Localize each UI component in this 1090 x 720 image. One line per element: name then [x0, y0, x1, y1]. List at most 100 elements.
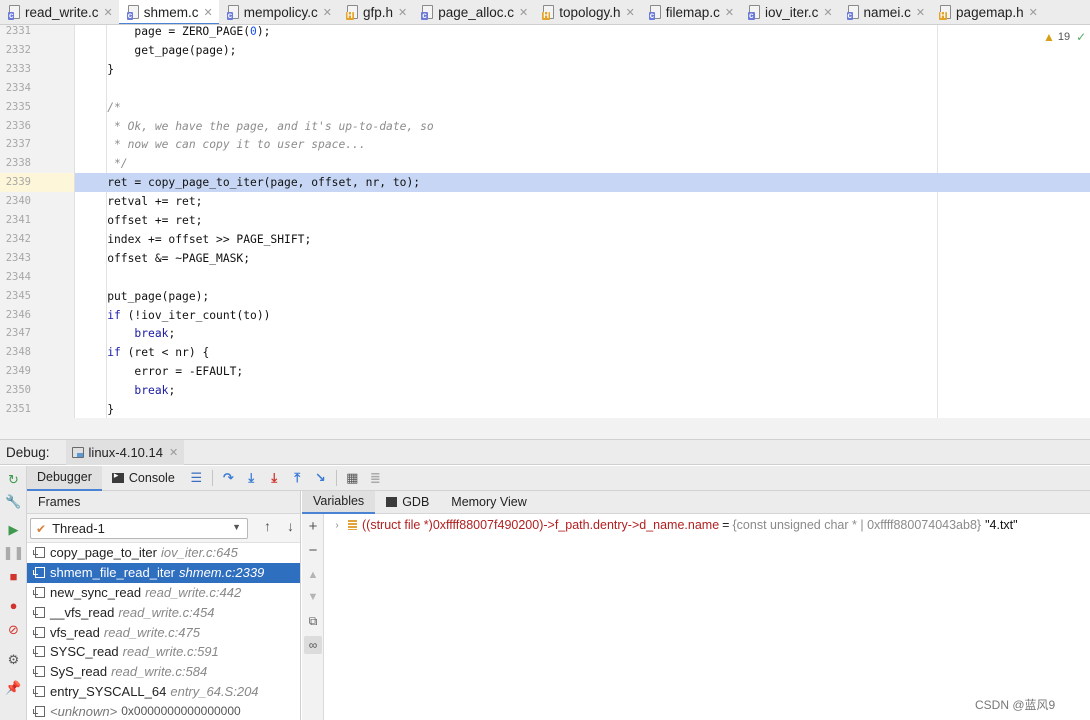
move-up-icon[interactable]: ▲ — [304, 566, 322, 584]
c-file-icon: c — [648, 5, 662, 20]
code-text: put_page(page); — [80, 287, 209, 306]
mute-breakpoints-icon[interactable]: ⊘ — [4, 620, 23, 639]
show-execution-point-icon[interactable]: ☰ — [185, 467, 208, 490]
frame-address: 0x0000000000000000 — [121, 704, 241, 719]
code-text: index += offset >> PAGE_SHIFT; — [80, 230, 311, 249]
code-token: page = ZERO_PAGE( — [80, 25, 251, 38]
stack-frame[interactable]: copy_page_to_iter iov_iter.c:645 — [27, 543, 300, 563]
code-text: } — [80, 400, 114, 418]
stack-frame[interactable]: SyS_read read_write.c:584 — [27, 662, 300, 682]
stack-frame[interactable]: entry_SYSCALL_64 entry_64.S:204 — [27, 682, 300, 702]
code-token: offset &= ~PAGE_MASK; — [80, 251, 251, 265]
tab-debugger[interactable]: Debugger — [27, 465, 102, 491]
inspection-widget[interactable]: ▲ 19 ✓ — [1043, 30, 1086, 44]
debug-config-tab[interactable]: linux-4.10.14 ✕ — [65, 439, 185, 465]
arrow-up-icon[interactable]: ↑ — [256, 518, 279, 534]
stack-frame[interactable]: new_sync_read read_write.c:442 — [27, 583, 300, 603]
frame-location: read_write.c:591 — [122, 644, 219, 660]
tab-iov_iter-c[interactable]: c iov_iter.c ✕ — [740, 0, 839, 24]
line-number: 2336 — [5, 119, 31, 132]
tab-label: iov_iter.c — [765, 5, 819, 20]
stop-icon[interactable]: ■ — [4, 567, 23, 586]
tab-variables[interactable]: Variables — [302, 490, 376, 514]
tab-filemap-c[interactable]: c filemap.c ✕ — [641, 0, 740, 24]
run-to-cursor-icon[interactable]: ↘ — [309, 467, 332, 490]
line-number: 2349 — [5, 365, 31, 378]
copy-icon[interactable]: ⧉ — [304, 612, 322, 630]
close-icon[interactable]: ✕ — [104, 6, 113, 19]
stack-frame[interactable]: __vfs_read read_write.c:454 — [27, 602, 300, 622]
debug-side-toolbar: ↻ 🔧 ▶ ❚❚ ■ ● ⊘ ⚙ 📌 — [0, 466, 27, 720]
variable-equals: = — [722, 518, 730, 532]
remove-watch-icon[interactable]: − — [304, 542, 322, 560]
force-step-into-icon[interactable]: ⤓ — [263, 467, 286, 490]
settings-icon[interactable]: ⚙ — [4, 650, 23, 669]
watch-variable-row[interactable]: › ((struct file *)0xffff88007f490200)->f… — [324, 515, 1090, 535]
trace-icon[interactable]: ≣ — [364, 467, 387, 490]
close-icon[interactable]: ✕ — [169, 446, 178, 459]
code-token: ); — [256, 25, 271, 38]
stack-frame[interactable]: SYSC_read read_write.c:591 — [27, 642, 300, 662]
tab-gfp-h[interactable]: Hgfp.h ✕ — [338, 0, 413, 24]
step-over-icon[interactable]: ↷ — [217, 467, 240, 490]
tab-topology-h[interactable]: Htopology.h ✕ — [534, 0, 641, 24]
evaluate-expression-icon[interactable]: ▦ — [341, 467, 364, 490]
line-number: 2345 — [5, 289, 31, 302]
frame-location: read_write.c:584 — [111, 664, 208, 680]
code-editor[interactable]: 2331 page = ZERO_PAGE(0); 2332 get_page(p… — [0, 25, 1090, 418]
thread-name: Thread-1 — [52, 521, 105, 536]
close-icon[interactable]: ✕ — [823, 6, 832, 19]
toolbar-separator — [335, 470, 337, 486]
frame-function: entry_SYSCALL_64 — [50, 683, 167, 699]
close-icon[interactable]: ✕ — [725, 6, 734, 19]
pause-icon[interactable]: ❚❚ — [3, 543, 25, 562]
close-icon[interactable]: ✕ — [398, 6, 407, 19]
close-icon[interactable]: ✕ — [1029, 6, 1038, 19]
c-file-icon: c — [846, 5, 860, 20]
pin-icon[interactable]: 📌 — [4, 678, 23, 697]
warning-icon: ▲ — [1043, 30, 1055, 44]
tab-label: pagemap.h — [956, 5, 1024, 20]
glasses-icon[interactable]: ∞ — [304, 636, 322, 654]
close-icon[interactable]: ✕ — [519, 6, 528, 19]
thread-selector[interactable]: ✔ Thread-1 ▼ — [30, 518, 248, 539]
header-file-icon: H — [345, 5, 359, 20]
expand-arrow-icon[interactable]: › — [330, 520, 344, 531]
close-icon[interactable]: ✕ — [916, 6, 925, 19]
view-breakpoints-icon[interactable]: ● — [4, 596, 23, 615]
tab-memory-view[interactable]: Memory View — [440, 491, 537, 514]
line-number: 2350 — [5, 384, 31, 397]
tab-console[interactable]: Console — [102, 466, 185, 491]
wrench-icon[interactable]: 🔧 — [4, 492, 23, 511]
code-token: (ret < nr) { — [120, 346, 210, 360]
code-text: * Ok, we have the page, and it's up-to-d… — [80, 117, 434, 136]
tab-namei-c[interactable]: c namei.c ✕ — [839, 0, 932, 24]
stack-frame[interactable]: <unknown> 0x0000000000000000 — [27, 701, 300, 720]
tab-shmem-c[interactable]: c shmem.c ✕ — [118, 0, 219, 24]
line-number: 2334 — [5, 81, 31, 94]
step-into-icon[interactable]: ⤓ — [240, 467, 263, 490]
step-out-icon[interactable]: ⤒ — [286, 467, 309, 490]
restart-icon[interactable]: ↻ — [4, 470, 23, 489]
tab-pagemap-h[interactable]: Hpagemap.h ✕ — [931, 0, 1044, 24]
tab-page_alloc-c[interactable]: c page_alloc.c ✕ — [413, 0, 534, 24]
comment-token: * Ok, we have the page, and it's up-to-d… — [80, 119, 434, 133]
tab-mempolicy-c[interactable]: c mempolicy.c ✕ — [219, 0, 338, 24]
tab-gdb[interactable]: GDB — [375, 491, 440, 514]
code-line: 2350 break; — [0, 381, 1090, 400]
code-text: break; — [80, 324, 175, 343]
stack-frame[interactable]: vfs_read read_write.c:475 — [27, 622, 300, 642]
tab-read_write-c[interactable]: c read_write.c ✕ — [0, 0, 119, 24]
move-down-icon[interactable]: ▼ — [304, 588, 322, 606]
close-icon[interactable]: ✕ — [204, 6, 213, 19]
close-icon[interactable]: ✕ — [626, 6, 635, 19]
tab-variables-label: Variables — [313, 494, 365, 508]
stack-frame[interactable]: shmem_file_read_iter shmem.c:2339 — [27, 562, 300, 583]
code-line: 2332 get_page(page); — [0, 41, 1090, 60]
resume-icon[interactable]: ▶ — [4, 520, 23, 539]
arrow-down-icon[interactable]: ↓ — [279, 518, 302, 534]
code-text: } — [80, 60, 114, 79]
add-watch-icon[interactable]: + — [304, 518, 322, 536]
close-icon[interactable]: ✕ — [323, 6, 332, 19]
